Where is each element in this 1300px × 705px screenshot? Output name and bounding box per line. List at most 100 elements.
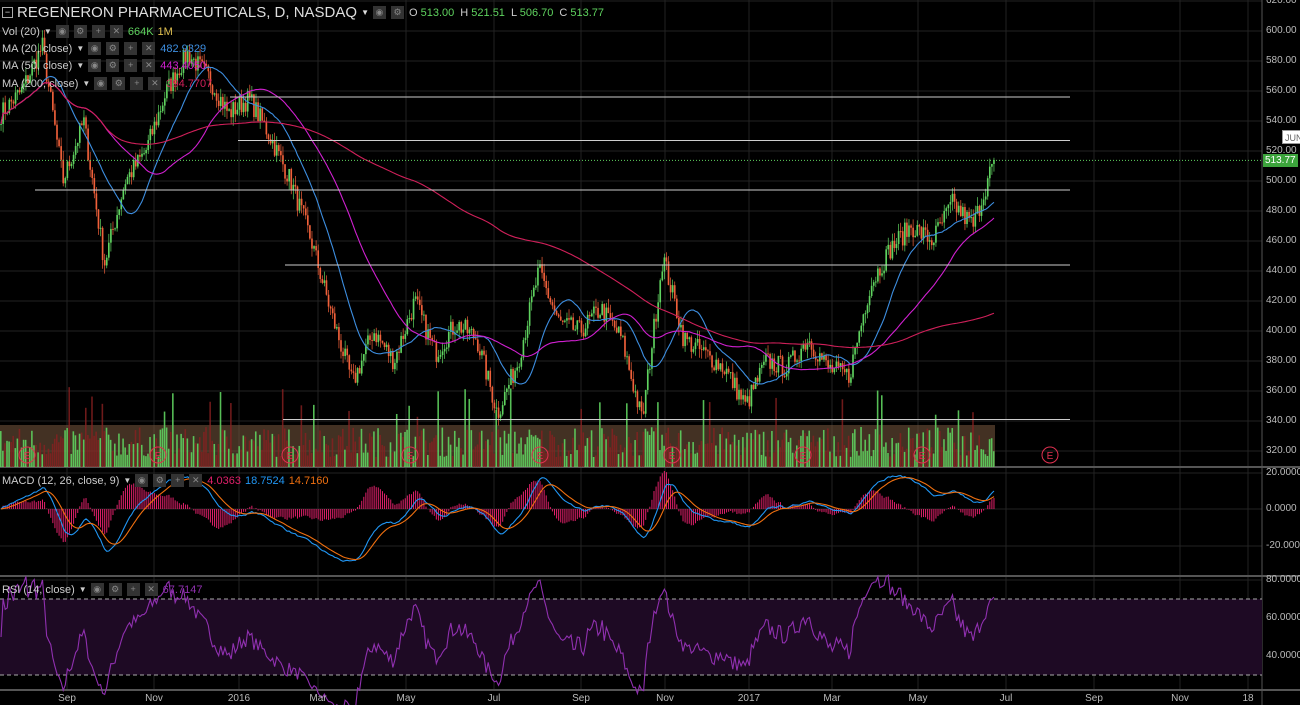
candle-body <box>124 184 127 190</box>
volume-bar <box>221 429 224 467</box>
plus-icon[interactable]: + <box>124 42 138 55</box>
ma20-label[interactable]: MA (20, close) <box>2 43 72 55</box>
ma200-label[interactable]: MA (200, close) <box>2 78 78 90</box>
candle-body <box>466 319 469 334</box>
volume-bar <box>746 432 748 467</box>
eye-icon[interactable]: ◉ <box>88 42 102 55</box>
volume-bar <box>657 402 659 467</box>
earnings-label: E <box>1047 451 1054 462</box>
eye-icon[interactable]: ◉ <box>135 474 149 487</box>
volume-bar <box>456 446 458 467</box>
candle-body <box>655 318 657 322</box>
close-icon[interactable]: ✕ <box>142 59 156 72</box>
earnings-label: E <box>407 451 414 462</box>
time-axis-tick: Sep <box>572 693 590 704</box>
volume-bar <box>990 438 993 467</box>
rsi-legend: RSI (14, close) ▼ ◉ ⚙ + ✕ 67.7147 <box>2 583 203 596</box>
candle-body <box>348 355 351 370</box>
plus-icon[interactable]: + <box>91 25 105 38</box>
volume-bar <box>628 437 630 467</box>
eye-icon[interactable]: ◉ <box>94 77 108 90</box>
volume-bar <box>97 439 99 467</box>
plus-icon[interactable]: + <box>171 474 185 487</box>
candle-body <box>632 378 635 392</box>
candle-body <box>333 313 336 329</box>
candle-body <box>949 201 952 205</box>
close-icon[interactable]: ✕ <box>144 583 158 596</box>
candle-body <box>309 225 311 239</box>
eye-icon[interactable]: ◉ <box>55 25 69 38</box>
volume-bar <box>837 442 840 467</box>
candle-body <box>340 340 342 352</box>
vol-label[interactable]: Vol (20) <box>2 26 40 38</box>
volume-bar <box>590 430 593 467</box>
candle-body <box>141 153 143 157</box>
gear-icon[interactable]: ⚙ <box>73 25 87 38</box>
candle-body <box>636 391 639 408</box>
volume-bar <box>480 430 483 467</box>
candle-body <box>74 146 77 155</box>
candle-body <box>157 112 160 126</box>
ma20-value: 482.9329 <box>160 42 207 55</box>
time-axis-tick: May <box>396 693 416 704</box>
close-icon[interactable]: ✕ <box>189 474 203 487</box>
volume-bar <box>111 451 114 467</box>
eye-icon[interactable]: ◉ <box>372 6 386 19</box>
candle-body <box>611 319 614 321</box>
plus-icon[interactable]: + <box>126 583 140 596</box>
candle-body <box>491 387 494 403</box>
candle-body <box>959 205 962 217</box>
volume-bar <box>597 446 599 467</box>
eye-icon[interactable]: ◉ <box>90 583 104 596</box>
close-icon[interactable]: ✕ <box>142 42 156 55</box>
candle-body <box>116 215 118 229</box>
eye-icon[interactable]: ◉ <box>88 59 102 72</box>
candle-body <box>789 355 792 357</box>
candle-body <box>489 370 492 388</box>
collapse-icon[interactable]: − <box>2 7 13 18</box>
candle-body <box>118 209 121 216</box>
candle-body <box>145 150 147 154</box>
candle-body <box>816 359 819 362</box>
volume-bar <box>785 429 788 467</box>
candle-body <box>497 407 500 418</box>
gear-icon[interactable]: ⚙ <box>153 474 167 487</box>
gear-icon[interactable]: ⚙ <box>108 583 122 596</box>
gear-icon[interactable]: ⚙ <box>106 42 120 55</box>
gear-icon[interactable]: ⚙ <box>112 77 126 90</box>
candle-body <box>868 295 871 306</box>
close-icon[interactable]: ✕ <box>148 77 162 90</box>
plus-icon[interactable]: + <box>124 59 138 72</box>
volume-bar <box>39 442 41 467</box>
candle-body <box>850 377 852 383</box>
close-icon[interactable]: ✕ <box>109 25 123 38</box>
gear-icon[interactable]: ⚙ <box>106 59 120 72</box>
gear-icon[interactable]: ⚙ <box>390 6 404 19</box>
volume-bar <box>194 443 197 467</box>
candle-body <box>690 337 693 352</box>
volume-bar <box>854 429 856 467</box>
macd-label[interactable]: MACD (12, 26, close, 9) <box>2 475 119 487</box>
volume-bar <box>55 434 58 467</box>
symbol-title[interactable]: REGENERON PHARMACEUTICALS, D, NASDAQ <box>17 4 357 21</box>
volume-bar <box>460 448 462 467</box>
candle-body <box>350 369 353 372</box>
ma50-label[interactable]: MA (50, close) <box>2 60 72 72</box>
candle-body <box>153 121 156 135</box>
candle-body <box>872 282 875 286</box>
candle-body <box>313 246 315 249</box>
candle-body <box>87 128 89 161</box>
volume-bar <box>514 431 516 467</box>
candle-body <box>808 341 811 343</box>
candle-body <box>982 199 985 206</box>
plus-icon[interactable]: + <box>130 77 144 90</box>
chevron-down-icon[interactable]: ▼ <box>361 8 369 17</box>
rsi-label[interactable]: RSI (14, close) <box>2 584 75 596</box>
volume-bar <box>114 443 116 467</box>
chart-canvas[interactable]: EEEEEEEEE <box>0 0 1300 705</box>
volume-bar <box>764 456 767 467</box>
candle-body <box>83 117 85 126</box>
candle-body <box>302 205 305 209</box>
volume-bar <box>856 451 858 467</box>
candle-body <box>474 338 477 340</box>
